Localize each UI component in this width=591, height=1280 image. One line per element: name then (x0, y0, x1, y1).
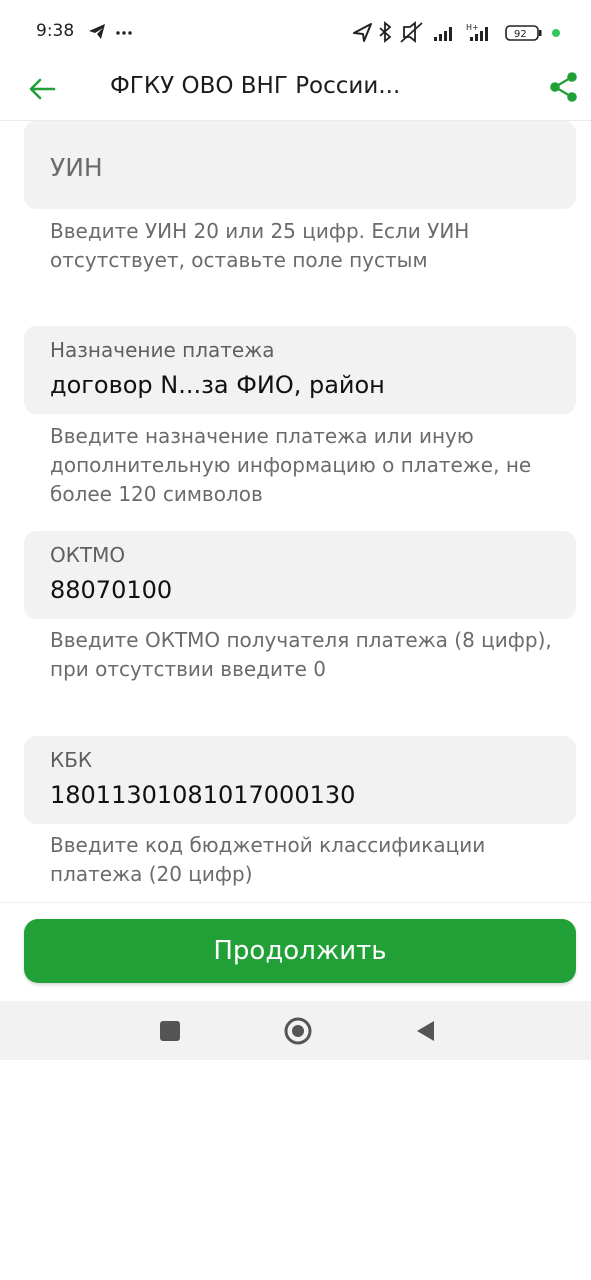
app-header: ФГКУ ОВО ВНГ России... (0, 62, 591, 121)
continue-button-label: Продолжить (213, 936, 387, 966)
location-icon (353, 23, 372, 42)
back-triangle-icon[interactable] (410, 1015, 442, 1047)
purpose-label: Назначение платежа (50, 338, 275, 362)
purpose-input[interactable]: Назначение платежа договор N...за ФИО, р… (24, 326, 576, 414)
kbk-input[interactable]: КБК 18011301081017000130 (24, 736, 576, 824)
oktmo-value: 88070100 (50, 576, 173, 604)
kbk-label: КБК (50, 748, 93, 772)
uin-input[interactable]: УИН (24, 121, 576, 209)
signal-h-plus-icon: H+ (466, 23, 488, 41)
system-nav-bar (0, 1001, 591, 1060)
kbk-hint: Введите код бюджетной классификации плат… (50, 833, 486, 886)
status-bar: 9:38 H+ 92 (0, 0, 591, 62)
svg-text:H+: H+ (466, 23, 479, 32)
oktmo-input[interactable]: ОКТМО 88070100 (24, 531, 576, 619)
status-time: 9:38 (36, 21, 75, 41)
telegram-icon (89, 24, 105, 39)
bottom-divider (0, 902, 591, 903)
status-left-icons (89, 24, 132, 39)
status-right-icons: H+ 92 (353, 21, 560, 43)
back-arrow-icon[interactable] (26, 72, 60, 106)
uin-hint: Введите УИН 20 или 25 цифр. Если УИН отс… (50, 219, 470, 272)
mute-icon (400, 21, 423, 43)
dot-indicator (552, 29, 560, 37)
battery-level: 92 (514, 29, 527, 40)
more-icon (116, 31, 132, 35)
bluetooth-icon (379, 21, 392, 43)
recents-square-icon[interactable] (154, 1015, 186, 1047)
purpose-hint: Введите назначение платежа или иную допо… (50, 424, 532, 506)
kbk-value: 18011301081017000130 (50, 781, 356, 809)
oktmo-label: ОКТМО (50, 543, 126, 567)
home-circle-icon[interactable] (282, 1015, 314, 1047)
page-title: ФГКУ ОВО ВНГ России... (110, 73, 401, 99)
battery-icon: 92 (505, 25, 542, 41)
share-icon[interactable] (547, 70, 581, 104)
uin-placeholder: УИН (50, 153, 103, 182)
signal-icon (434, 27, 452, 41)
purpose-value: договор N...за ФИО, район (50, 371, 385, 399)
continue-button[interactable]: Продолжить (24, 919, 576, 983)
oktmo-hint: Введите ОКТМО получателя платежа (8 цифр… (50, 628, 552, 681)
